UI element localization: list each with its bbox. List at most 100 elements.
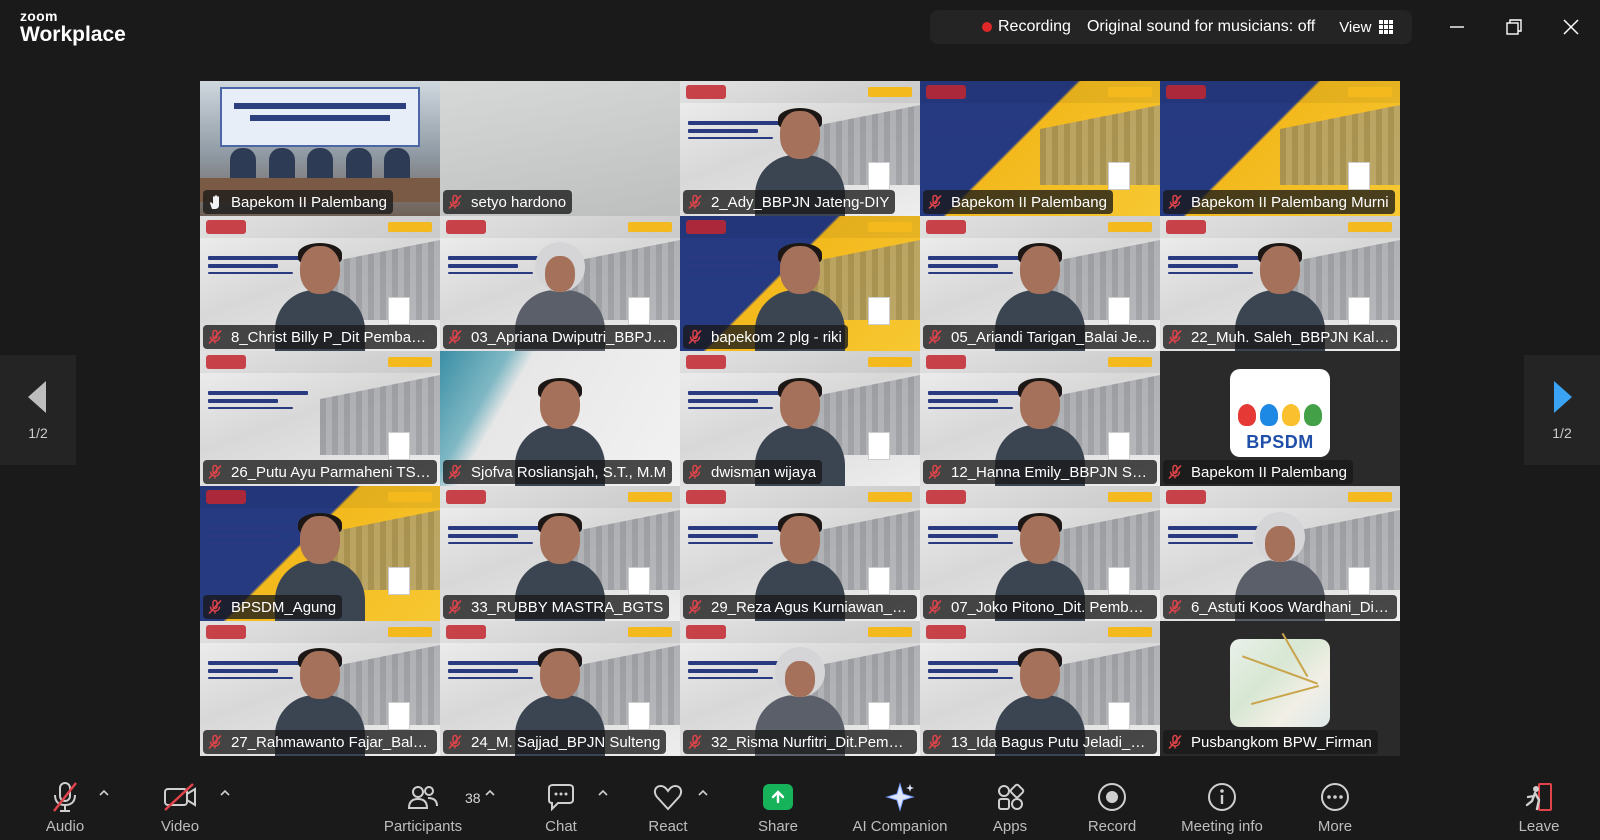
participant-nameplate: Bapekom II Palembang <box>1163 460 1353 484</box>
participant-name: 07_Joko Pitono_Dit. Pemban... <box>951 598 1151 616</box>
leave-button[interactable]: Leave <box>1514 760 1564 840</box>
mic-muted-icon <box>688 194 702 210</box>
leave-label: Leave <box>1518 818 1560 835</box>
participant-tile[interactable]: Sjofva Rosliansjah, S.T., M.M <box>440 351 680 486</box>
participant-tile[interactable]: 27_Rahmawanto Fajar_Balai ... <box>200 621 440 756</box>
participant-nameplate: 8_Christ Billy P_Dit Pembang... <box>203 325 437 349</box>
view-button[interactable]: View <box>1339 19 1394 36</box>
bpsdm-logo-text: BPSDM <box>1246 432 1314 452</box>
heart-icon <box>653 784 683 811</box>
participant-nameplate: Pusbangkom BPW_Firman <box>1163 730 1378 754</box>
share-screen-icon <box>763 784 793 810</box>
participant-tile[interactable]: dwisman wijaya <box>680 351 920 486</box>
logo-brand: zoom <box>20 8 58 24</box>
mic-muted-icon <box>688 599 702 615</box>
participant-nameplate: 6_Astuti Koos Wardhani_Dit.... <box>1163 595 1397 619</box>
participant-nameplate: 12_Hanna Emily_BBPJN Sum... <box>923 460 1157 484</box>
more-button[interactable]: More <box>1310 760 1360 840</box>
record-button[interactable]: Record <box>1084 760 1140 840</box>
participant-tile[interactable]: Bapekom II Palembang <box>200 81 440 216</box>
participant-tile[interactable]: 13_Ida Bagus Putu Jeladi_BB... <box>920 621 1160 756</box>
audio-options-caret-icon[interactable] <box>98 788 110 798</box>
audio-label: Audio <box>45 818 85 835</box>
participant-nameplate: 03_Apriana Dwiputri_BBPJN ... <box>443 325 677 349</box>
participant-name: 12_Hanna Emily_BBPJN Sum... <box>951 463 1151 481</box>
participant-tile[interactable]: 05_Ariandi Tarigan_Balai Je... <box>920 216 1160 351</box>
mic-muted-icon <box>688 329 702 345</box>
participant-tile[interactable]: 33_RUBBY MASTRA_BGTS <box>440 486 680 621</box>
participant-name: Bapekom II Palembang <box>231 193 387 211</box>
close-window-icon[interactable] <box>1560 16 1582 38</box>
restore-window-icon[interactable] <box>1503 16 1525 38</box>
share-button[interactable]: Share <box>753 760 803 840</box>
participant-tile[interactable]: 32_Risma Nurfitri_Dit.Pemb.J... <box>680 621 920 756</box>
participant-tile[interactable]: 03_Apriana Dwiputri_BBPJN ... <box>440 216 680 351</box>
participant-nameplate: 24_M. Sajjad_BPJN Sulteng <box>443 730 667 754</box>
participant-tile[interactable]: 22_Muh. Saleh_BBPJN Kaltim <box>1160 216 1400 351</box>
participant-name: 24_M. Sajjad_BPJN Sulteng <box>471 733 661 751</box>
participant-nameplate: BPSDM_Agung <box>203 595 343 619</box>
participant-tile[interactable]: 07_Joko Pitono_Dit. Pemban... <box>920 486 1160 621</box>
participant-name: 22_Muh. Saleh_BBPJN Kaltim <box>1191 328 1391 346</box>
participant-name: 03_Apriana Dwiputri_BBPJN ... <box>471 328 671 346</box>
participant-tile[interactable]: 29_Reza Agus Kurniawan_BP... <box>680 486 920 621</box>
participant-tile[interactable]: setyo hardono <box>440 81 680 216</box>
mic-muted-icon <box>928 464 942 480</box>
mic-muted-icon <box>448 464 462 480</box>
react-button[interactable]: React <box>643 760 693 840</box>
participant-tile[interactable]: 24_M. Sajjad_BPJN Sulteng <box>440 621 680 756</box>
minimize-icon[interactable] <box>1446 16 1468 38</box>
chat-label: Chat <box>545 818 577 835</box>
audio-button[interactable]: Audio <box>40 760 90 840</box>
next-page-button[interactable]: 1/2 <box>1524 355 1600 465</box>
chevron-left-icon <box>28 381 46 413</box>
participant-name: Bapekom II Palembang <box>1191 463 1347 481</box>
participant-name: Sjofva Rosliansjah, S.T., M.M <box>471 463 667 481</box>
participant-tile[interactable]: bapekom 2 plg - riki <box>680 216 920 351</box>
video-options-caret-icon[interactable] <box>219 788 231 798</box>
mic-muted-icon <box>1168 599 1182 615</box>
participant-tile[interactable]: 2_Ady_BBPJN Jateng-DIY <box>680 81 920 216</box>
meeting-info-button[interactable]: Meeting info <box>1172 760 1272 840</box>
ai-companion-button[interactable]: AI Companion <box>848 760 952 840</box>
info-icon <box>1208 783 1236 811</box>
react-options-caret-icon[interactable] <box>697 788 709 798</box>
video-camera-off-icon <box>164 783 196 811</box>
apps-button[interactable]: Apps <box>985 760 1035 840</box>
participant-tile[interactable]: Pusbangkom BPW_Firman <box>1160 621 1400 756</box>
previous-page-button[interactable]: 1/2 <box>0 355 76 465</box>
video-button[interactable]: Video <box>155 760 205 840</box>
participant-tile[interactable]: 12_Hanna Emily_BBPJN Sum... <box>920 351 1160 486</box>
share-label: Share <box>757 818 799 835</box>
participant-tile[interactable]: BPSDM_Agung <box>200 486 440 621</box>
participant-tile[interactable]: 6_Astuti Koos Wardhani_Dit.... <box>1160 486 1400 621</box>
original-sound-status[interactable]: Original sound for musicians: off <box>1087 18 1315 36</box>
mic-muted-icon <box>1168 329 1182 345</box>
participants-icon <box>407 786 438 809</box>
microphone-muted-icon <box>53 782 77 812</box>
video-label: Video <box>160 818 200 835</box>
participant-tile[interactable]: 8_Christ Billy P_Dit Pembang... <box>200 216 440 351</box>
recording-label[interactable]: Recording <box>998 18 1071 36</box>
gallery-grid-icon <box>1379 20 1394 34</box>
participant-name: setyo hardono <box>471 193 567 211</box>
participants-button[interactable]: 38 Participants <box>373 760 481 840</box>
participant-tile[interactable]: Bapekom II Palembang Murni <box>1160 81 1400 216</box>
participant-nameplate: 26_Putu Ayu Parmaheni TS_... <box>203 460 437 484</box>
participant-name: 32_Risma Nurfitri_Dit.Pemb.J... <box>711 733 911 751</box>
chat-options-caret-icon[interactable] <box>597 788 609 798</box>
chat-button[interactable]: Chat <box>536 760 586 840</box>
participant-nameplate: 2_Ady_BBPJN Jateng-DIY <box>683 190 896 214</box>
participant-nameplate: 32_Risma Nurfitri_Dit.Pemb.J... <box>683 730 917 754</box>
participant-nameplate: Sjofva Rosliansjah, S.T., M.M <box>443 460 673 484</box>
participant-tile[interactable]: 26_Putu Ayu Parmaheni TS_... <box>200 351 440 486</box>
record-icon <box>1098 783 1126 811</box>
page-indicator-right: 1/2 <box>1552 425 1572 441</box>
participant-name: 2_Ady_BBPJN Jateng-DIY <box>711 193 890 211</box>
participant-nameplate: setyo hardono <box>443 190 573 214</box>
participant-name: 33_RUBBY MASTRA_BGTS <box>471 598 664 616</box>
participants-options-caret-icon[interactable] <box>484 788 496 798</box>
participant-tile[interactable]: Bapekom II Palembang <box>920 81 1160 216</box>
participant-tile[interactable]: BPSDM Bapekom II Palembang <box>1160 351 1400 486</box>
participant-nameplate: 33_RUBBY MASTRA_BGTS <box>443 595 670 619</box>
